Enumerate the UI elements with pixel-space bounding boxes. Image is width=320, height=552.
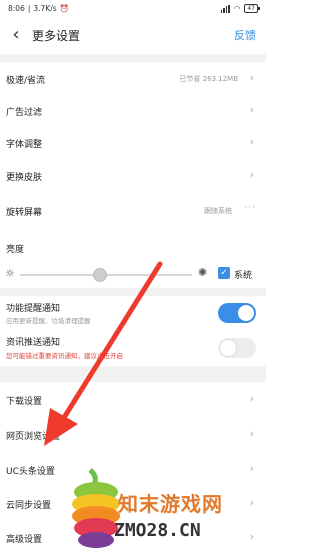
- section-divider: [0, 54, 266, 62]
- settings-row-download[interactable]: 下载设置 ›: [0, 382, 266, 417]
- section-divider: [0, 366, 266, 382]
- rotate-value: 跟随系统: [204, 207, 232, 215]
- row-label: UC头条设置: [6, 467, 55, 477]
- chevron-right-icon: ›: [249, 168, 254, 181]
- settings-row-news-notify: 资讯推送通知 您可能错过重要资讯通知，建议点击开启: [0, 330, 266, 367]
- row-label: 广告过滤: [6, 108, 43, 118]
- section-divider: [0, 288, 266, 296]
- settings-row-speed-mode[interactable]: 极速/省流 已节省 263.12MB ›: [0, 62, 266, 95]
- saved-data-value: 已节省 263.12MB: [179, 75, 238, 83]
- row-label: 极速/省流: [6, 76, 46, 86]
- chevron-right-icon: ›: [249, 103, 254, 116]
- chevron-right-icon: ›: [249, 71, 254, 84]
- signal-icon: [220, 4, 230, 13]
- row-label: 更换皮肤: [6, 173, 43, 183]
- status-time: 8:06: [8, 4, 25, 13]
- page-title: 更多设置: [32, 29, 81, 43]
- settings-row-feature-notify: 功能提醒通知 应用更新提醒、垃圾清理提醒: [0, 296, 266, 331]
- more-icon[interactable]: ···: [244, 203, 256, 213]
- row-label: 旋转屏幕: [6, 208, 43, 218]
- row-label: 下载设置: [6, 397, 43, 407]
- settings-row-font[interactable]: 字体调整 ›: [0, 126, 266, 159]
- brightness-label: 亮度: [6, 245, 25, 255]
- sun-high-icon: ✺: [198, 266, 208, 279]
- settings-row-skin[interactable]: 更换皮肤 ›: [0, 158, 266, 193]
- status-bar: 8:06 | 3.7K/s ⏰ ◠ 47: [0, 0, 266, 18]
- row-label: 网页浏览设置: [6, 432, 61, 442]
- row-label: 字体调整: [6, 140, 43, 150]
- chevron-right-icon: ›: [249, 392, 254, 405]
- brightness-slider-handle[interactable]: [93, 268, 108, 282]
- chevron-right-icon: ›: [249, 135, 254, 148]
- brightness-section: 亮度: [0, 228, 266, 288]
- network-speed: 3.7K/s: [33, 4, 57, 13]
- news-notify-toggle[interactable]: [218, 338, 256, 358]
- settings-row-web-browsing[interactable]: 网页浏览设置 ›: [0, 416, 266, 453]
- settings-row-rotate[interactable]: 旋转屏幕 跟随系统 ···: [0, 192, 266, 229]
- settings-row-ad-filter[interactable]: 广告过滤 ›: [0, 94, 266, 127]
- header-bar: ‹ 更多设置 反馈: [0, 18, 266, 54]
- row-label: 资讯推送通知: [6, 338, 61, 348]
- watermark-brand: 知末游戏网: [118, 492, 223, 516]
- feature-notify-toggle[interactable]: [218, 303, 256, 323]
- chevron-right-icon: ›: [249, 427, 254, 440]
- row-description: 应用更新提醒、垃圾清理提醒: [6, 317, 91, 325]
- system-brightness-checkbox[interactable]: ✓: [218, 267, 230, 279]
- sun-low-icon: ☼: [5, 267, 15, 280]
- system-brightness-label: 系统: [234, 271, 253, 281]
- row-warning: 您可能错过重要资讯通知，建议点击开启: [6, 352, 123, 360]
- alarm-icon: ⏰: [59, 4, 69, 13]
- row-label: 功能提醒通知: [6, 304, 61, 314]
- battery-icon: 47: [244, 4, 260, 13]
- wifi-icon: ◠: [233, 4, 241, 13]
- row-label: 高级设置: [6, 535, 43, 545]
- watermark-domain: ZMO28.CN: [114, 520, 201, 541]
- feedback-button[interactable]: 反馈: [234, 27, 256, 43]
- chevron-left-icon[interactable]: ‹: [6, 24, 26, 46]
- row-label: 云同步设置: [6, 501, 52, 511]
